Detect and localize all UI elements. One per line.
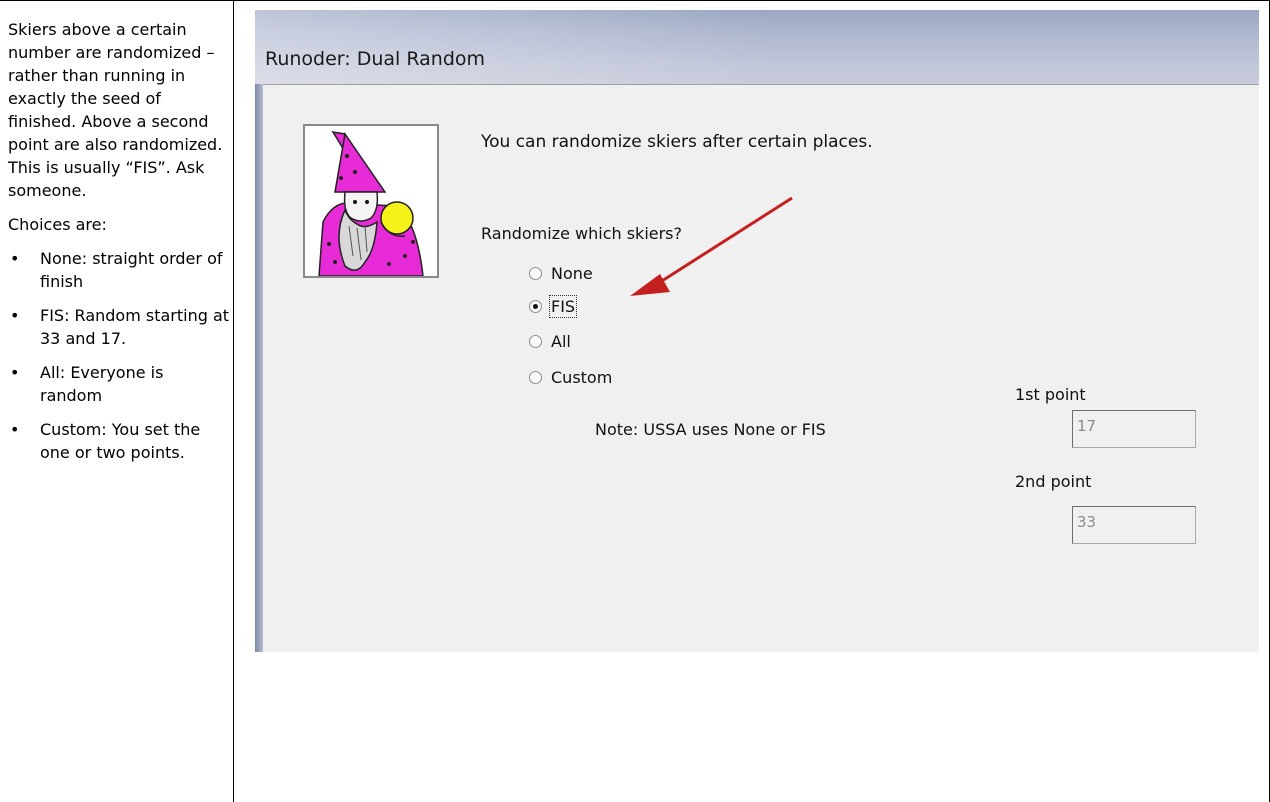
annotation-arrow-icon (630, 196, 793, 296)
